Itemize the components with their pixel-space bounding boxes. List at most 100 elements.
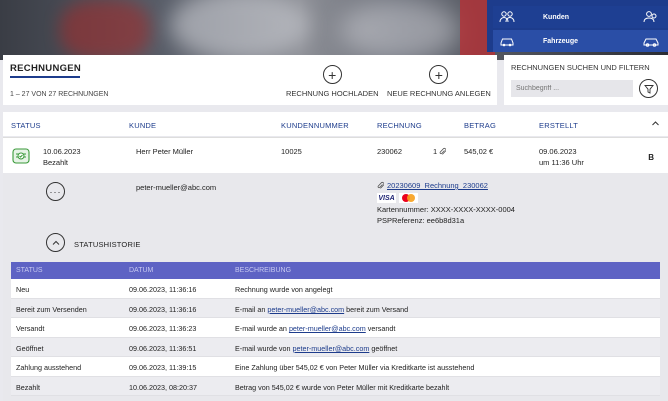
ellipsis-icon: ···	[49, 186, 62, 197]
chevron-up-icon	[52, 240, 59, 245]
paid-status-icon	[12, 148, 30, 164]
create-invoice-button[interactable]: + NEUE RECHNUNG ANLEGEN	[387, 65, 491, 98]
invoice-number: 230062	[377, 147, 403, 156]
attachment: 20230609_Rechnung_230062	[377, 181, 488, 190]
more-options-button[interactable]: ···	[46, 182, 65, 201]
history-header-datum: DATUM	[129, 267, 154, 274]
create-invoice-label: NEUE RECHNUNG ANLEGEN	[387, 89, 491, 98]
history-date: 09.06.2023, 11:36:51	[129, 343, 197, 353]
invoice-details: ··· peter-mueller@abc.com 20230609_Rechn…	[3, 173, 668, 401]
history-description: E-mail wurde an peter-mueller@abc.com ve…	[235, 324, 395, 333]
search-input[interactable]	[511, 80, 633, 97]
mastercard-icon	[399, 193, 418, 203]
created-date: 09.06.2023	[539, 147, 577, 156]
invoice-count: 1 – 27 VON 27 RECHNUNGEN	[10, 91, 109, 98]
history-date: 09.06.2023, 11:39:15	[129, 363, 197, 372]
history-status: Bezahlt	[16, 382, 40, 392]
paperclip-icon	[377, 182, 384, 189]
history-status: Versandt	[16, 324, 45, 333]
customer-email: peter-mueller@abc.com	[136, 183, 217, 192]
history-description-text: bereit zum Versand	[344, 304, 409, 314]
email-link[interactable]: peter-mueller@abc.com	[267, 305, 344, 314]
history-date: 09.06.2023, 11:36:16	[129, 304, 197, 314]
amount: 545,02 €	[464, 147, 494, 156]
customer-number: 10025	[281, 147, 302, 156]
attachment-count: 1	[433, 147, 438, 156]
history-description: E-mail an peter-mueller@abc.com bereit z…	[235, 305, 408, 314]
history-row: Versandt 09.06.2023, 11:36:23 E-mail wur…	[11, 318, 660, 338]
email-link[interactable]: peter-mueller@abc.com	[293, 344, 370, 353]
payment-icons: VISA	[377, 193, 418, 203]
nav-item-kunden[interactable]: Kunden	[493, 6, 668, 28]
visa-icon: VISA	[377, 193, 396, 203]
car-icon	[497, 34, 517, 48]
status-text: Bezahlt	[43, 158, 69, 167]
history-description-text: Betrag von 545,02 € wurde von Peter Müll…	[235, 382, 450, 392]
column-header-status[interactable]: STATUS	[11, 121, 41, 130]
history-description: E-mail wurde von peter-mueller@abc.com g…	[235, 344, 397, 353]
filter-icon	[643, 84, 654, 94]
table-row[interactable]: 10.06.2023 Bezahlt Herr Peter Müller 100…	[3, 137, 668, 173]
history-status: Geöffnet	[16, 343, 44, 353]
email-link[interactable]: peter-mueller@abc.com	[289, 324, 366, 333]
history-title: STATUSHISTORIE	[74, 240, 141, 249]
history-date: 09.06.2023, 11:36:23	[129, 324, 197, 333]
history-row: Zahlung ausstehend 09.06.2023, 11:39:15 …	[11, 357, 660, 377]
history-row: Bereit zum Versenden 09.06.2023, 11:36:1…	[11, 298, 660, 318]
history-date: 10.06.2023, 08:20:37	[129, 382, 197, 392]
created-time: um 11:36 Uhr	[539, 158, 584, 167]
history-row: Neu 09.06.2023, 11:36:16 Rechnung wurde …	[11, 279, 660, 299]
search-card: RECHNUNGEN SUCHEN UND FILTERN	[504, 55, 668, 105]
history-date: 09.06.2023, 11:36:16	[129, 285, 197, 294]
search-title: RECHNUNGEN SUCHEN UND FILTERN	[511, 63, 650, 72]
nav-item-label: Fahrzeuge	[543, 37, 579, 45]
history-description-text: Rechnung wurde von angelegt	[235, 285, 333, 294]
users-outline-icon	[642, 10, 660, 24]
users-icon	[497, 10, 517, 24]
history-description-text: geöffnet	[369, 343, 398, 353]
status-date: 10.06.2023	[43, 147, 81, 156]
history-description: Eine Zahlung über 545,02 € von Peter Mül…	[235, 363, 474, 372]
invoices-header-card: RECHNUNGEN 1 – 27 VON 27 RECHNUNGEN + RE…	[3, 55, 497, 105]
column-header-betrag[interactable]: BETRAG	[464, 121, 496, 130]
history-status: Bereit zum Versenden	[16, 304, 87, 314]
column-header-rechnung[interactable]: RECHNUNG	[377, 121, 422, 130]
invoice-list-header: STATUS KUNDE KUNDENNUMMER RECHNUNG BETRA…	[3, 112, 668, 136]
psp-reference: PSPReferenz: ee6b8d31a	[377, 216, 465, 225]
upload-invoice-label: RECHNUNG HOCHLADEN	[286, 89, 379, 98]
history-description: Rechnung wurde von angelegt	[235, 285, 333, 294]
nav-item-label: Kunden	[543, 13, 570, 21]
history-description-text: E-mail wurde an	[235, 324, 289, 333]
title-underline	[10, 76, 80, 78]
history-description-text: E-mail an	[235, 304, 268, 314]
quick-nav: Kunden Fahrzeuge	[487, 0, 668, 52]
plus-icon: +	[322, 65, 342, 84]
history-row: Bezahlt 10.06.2023, 08:20:37 Betrag von …	[11, 376, 660, 396]
history-description-text: versandt	[365, 324, 396, 333]
chevron-up-icon[interactable]	[651, 119, 660, 128]
history-table-header: STATUS DATUM BESCHREIBUNG	[11, 262, 660, 279]
history-description-text: Eine Zahlung über 545,02 € von Peter Mül…	[235, 363, 475, 372]
card-number: Kartennummer: XXXX-XXXX-XXXX-0004	[377, 205, 515, 214]
customer-name: Herr Peter Müller	[136, 147, 194, 156]
history-status: Neu	[16, 285, 30, 294]
history-description-text: E-mail wurde von	[235, 343, 293, 353]
column-header-kundennummer[interactable]: KUNDENNUMMER	[281, 121, 349, 130]
history-status: Zahlung ausstehend	[16, 363, 82, 372]
history-description: Betrag von 545,02 € wurde von Peter Müll…	[235, 383, 449, 392]
upload-invoice-button[interactable]: + RECHNUNG HOCHLADEN	[286, 65, 379, 98]
column-header-erstellt[interactable]: ERSTELLT	[539, 121, 578, 130]
history-header-status: STATUS	[16, 267, 43, 274]
filter-button[interactable]	[639, 79, 658, 98]
car-outline-icon	[642, 34, 660, 48]
history-table: STATUS DATUM BESCHREIBUNG Neu 09.06.2023…	[11, 262, 660, 396]
column-header-kunde[interactable]: KUNDE	[129, 121, 156, 130]
page-title: RECHNUNGEN	[10, 63, 82, 74]
history-toggle-button[interactable]	[46, 233, 65, 252]
row-badge: B	[648, 153, 654, 162]
paperclip-icon	[439, 148, 446, 155]
history-header-beschreibung: BESCHREIBUNG	[235, 267, 292, 274]
attachment-link[interactable]: 20230609_Rechnung_230062	[387, 181, 488, 190]
nav-item-fahrzeuge[interactable]: Fahrzeuge	[493, 30, 668, 52]
history-row: Geöffnet 09.06.2023, 11:36:51 E-mail wur…	[11, 337, 660, 357]
